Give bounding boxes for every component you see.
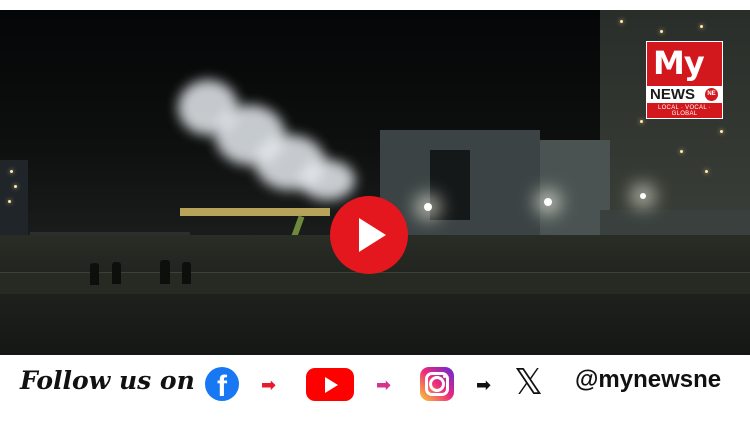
person-silhouette — [160, 260, 170, 284]
play-icon — [359, 218, 386, 252]
play-button[interactable] — [330, 196, 408, 274]
person-silhouette — [112, 262, 121, 284]
arrow-right-icon: ➡ — [261, 375, 277, 396]
video-player[interactable]: My NEWS NE LOCAL · VOCAL · GLOBAL — [0, 10, 750, 355]
social-handle[interactable]: @mynewsne — [575, 366, 721, 394]
crane-boom — [180, 208, 330, 216]
light-dot — [720, 130, 723, 133]
logo-my-text: My — [653, 44, 705, 82]
mynews-logo: My NEWS NE LOCAL · VOCAL · GLOBAL — [646, 41, 723, 119]
light-dot — [640, 120, 643, 123]
instagram-lens — [429, 376, 445, 392]
light-dot — [660, 30, 663, 33]
smoke-plume — [300, 160, 355, 200]
instagram-icon[interactable] — [420, 367, 454, 401]
logo-news-text: NEWS — [650, 86, 695, 103]
light-dot — [14, 185, 17, 188]
light-dot — [10, 170, 13, 173]
x-icon[interactable]: 𝕏 — [514, 363, 543, 403]
light-dot — [620, 20, 623, 23]
logo-tagline: LOCAL · VOCAL · GLOBAL — [657, 105, 712, 117]
logo-ne-badge: NE — [705, 88, 718, 101]
youtube-icon[interactable] — [306, 368, 354, 401]
flood-light — [544, 198, 552, 206]
person-silhouette — [182, 262, 191, 284]
light-dot — [680, 150, 683, 153]
facebook-icon[interactable]: f — [205, 367, 239, 401]
youtube-play-icon — [325, 376, 338, 393]
flood-light — [640, 193, 646, 199]
building-window — [430, 150, 470, 220]
arrow-right-icon: ➡ — [476, 375, 492, 396]
follow-us-text: Follow us on — [20, 366, 195, 395]
follow-bar: Follow us on f ➡ ➡ ➡ 𝕏 @mynewsne — [0, 355, 750, 430]
instagram-dot — [443, 375, 446, 378]
logo-news-bar: NEWS NE — [647, 86, 722, 103]
light-dot — [700, 25, 703, 28]
light-dot — [705, 170, 708, 173]
person-silhouette — [90, 263, 99, 285]
light-dot — [8, 200, 11, 203]
flood-light — [424, 203, 432, 211]
arrow-right-icon: ➡ — [376, 375, 392, 396]
